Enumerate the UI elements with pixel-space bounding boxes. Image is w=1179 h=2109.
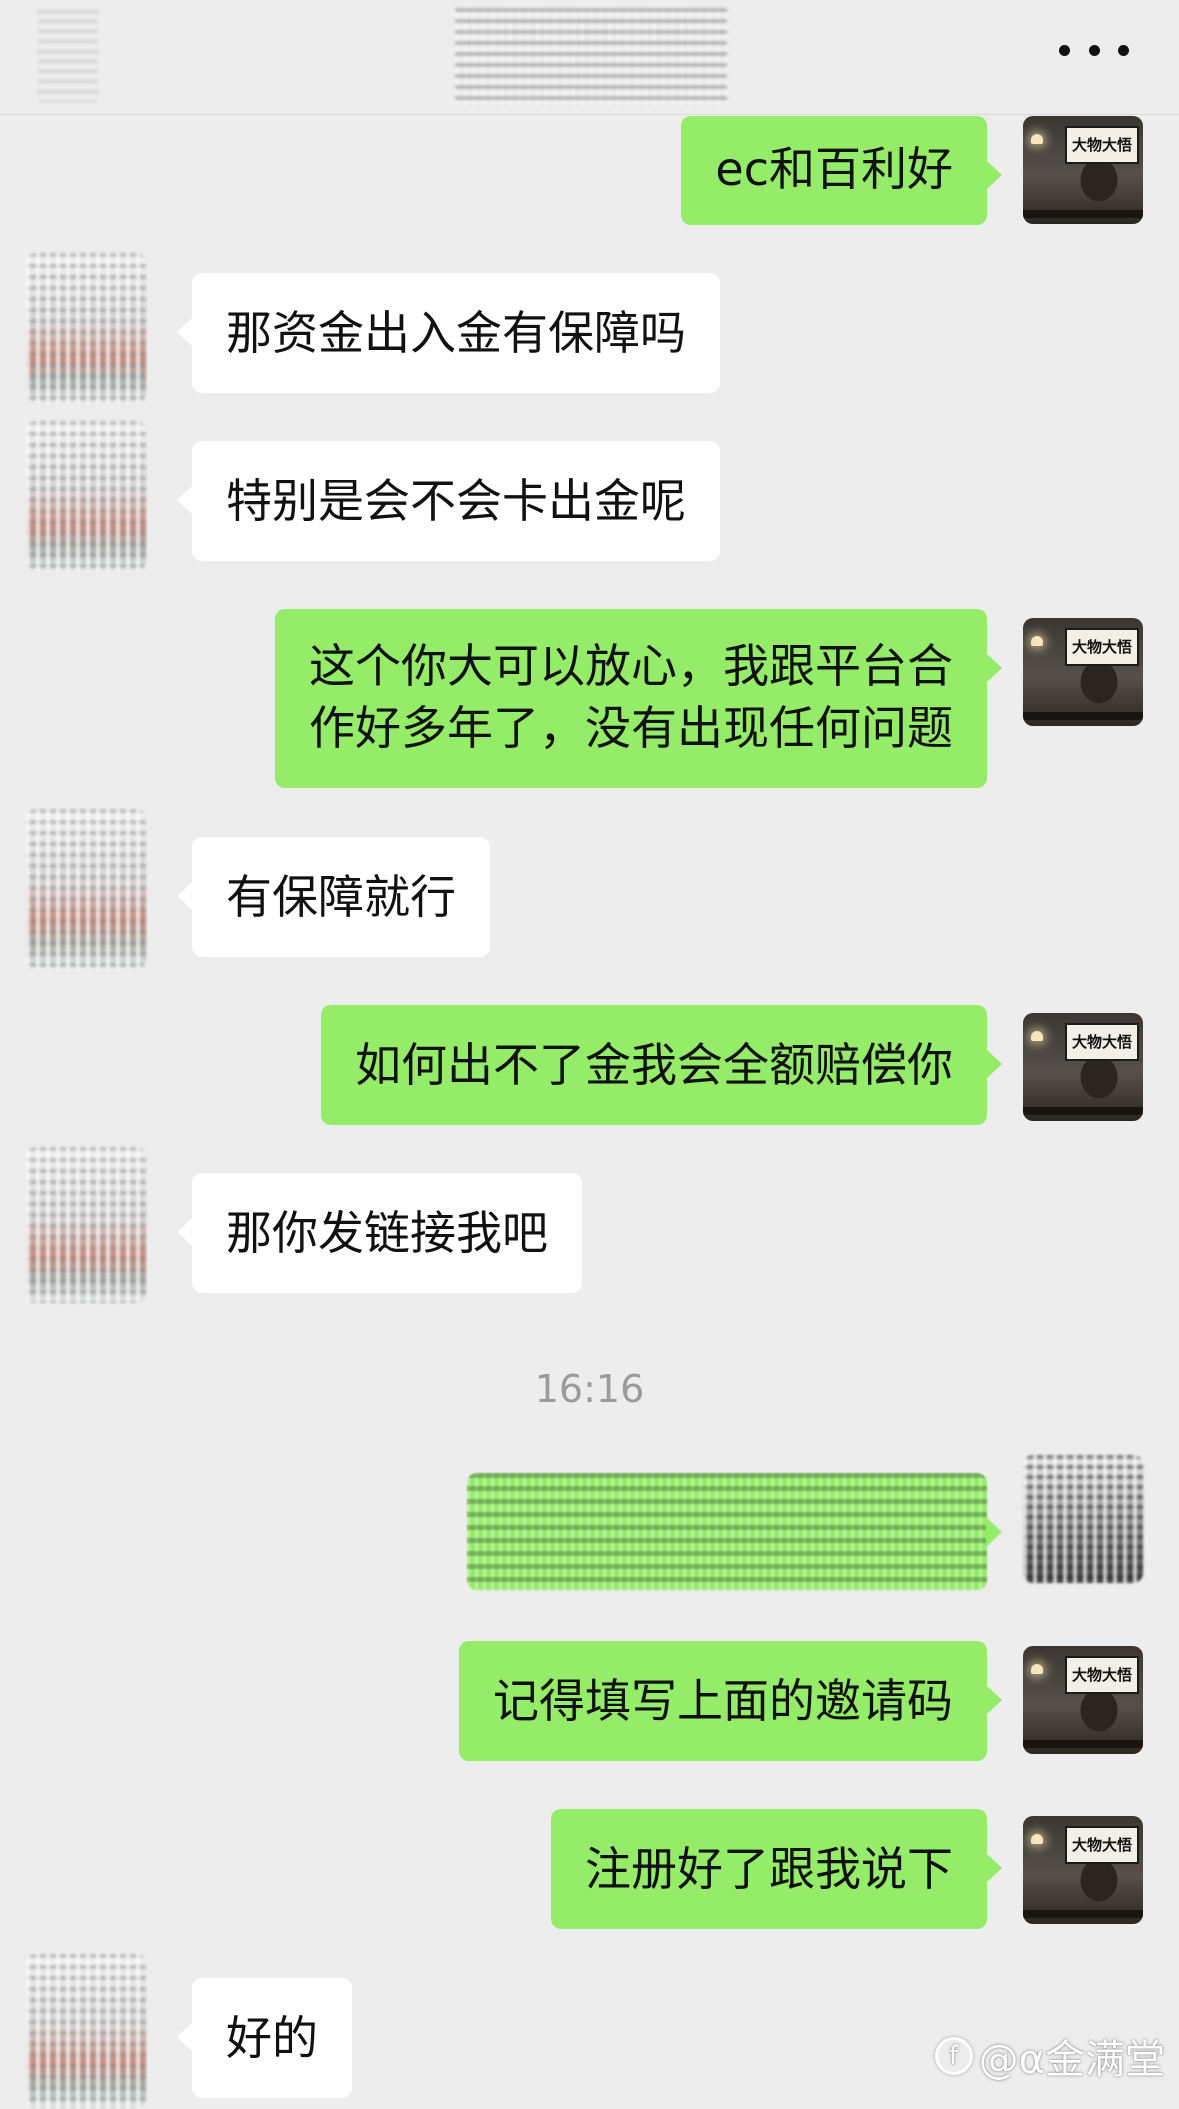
message-bubble[interactable]: ec和百利好 [681, 116, 1002, 225]
desk-shape [1023, 1910, 1143, 1918]
zhihu-icon: f [934, 2037, 973, 2075]
message-bubble[interactable]: 这个你大可以放心，我跟平台合 作好多年了，没有出现任何问题 [275, 609, 1002, 788]
message-bubble[interactable]: 记得填写上面的邀请码 [459, 1641, 1002, 1761]
message-bubble[interactable]: 特别是会不会卡出金呢 [177, 441, 720, 561]
self-avatar[interactable]: 大物大悟 [1023, 1013, 1143, 1121]
self-avatar[interactable]: 大物大悟 [1023, 116, 1143, 224]
source-watermark: f @α金满堂 [934, 2027, 1165, 2085]
lamp-icon [1031, 1664, 1043, 1674]
dot [1118, 44, 1129, 56]
message-bubble[interactable]: 那你发链接我吧 [177, 1173, 582, 1293]
desk-shape [1023, 1740, 1143, 1748]
message-timestamp: 16:16 [534, 1367, 645, 1411]
message-bubble[interactable]: 有保障就行 [177, 837, 490, 957]
contact-avatar-blurred[interactable] [26, 421, 146, 571]
chat-title-blurred [455, 8, 727, 106]
contact-avatar-blurred[interactable] [26, 1954, 146, 2109]
avatar-sign: 大物大悟 [1065, 1656, 1139, 1694]
avatar-sign: 大物大悟 [1065, 628, 1139, 666]
message-bubble[interactable]: 好的 [177, 1978, 352, 2098]
message-bubble[interactable]: 那资金出入金有保障吗 [177, 273, 720, 393]
lamp-icon [1031, 1031, 1043, 1041]
avatar-sign: 大物大悟 [1065, 126, 1139, 164]
contact-avatar-blurred[interactable] [26, 1147, 146, 1303]
lamp-icon [1031, 636, 1043, 646]
lamp-icon [1031, 134, 1043, 144]
desk-shape [1023, 210, 1143, 218]
back-button-blurred[interactable] [38, 10, 98, 102]
self-avatar[interactable]: 大物大悟 [1023, 1816, 1143, 1924]
self-avatar[interactable]: 大物大悟 [1023, 1646, 1143, 1754]
message-bubble[interactable]: 注册好了跟我说下 [551, 1809, 1002, 1929]
contact-avatar-blurred[interactable] [26, 253, 146, 403]
desk-shape [1023, 712, 1143, 720]
dot [1059, 44, 1070, 56]
watermark-text: @α金满堂 [978, 2037, 1165, 2083]
self-avatar-blurred[interactable] [1023, 1455, 1143, 1583]
chat-header [0, 0, 1179, 115]
message-bubble[interactable]: 如何出不了金我会全额赔偿你 [321, 1005, 1002, 1125]
self-avatar[interactable]: 大物大悟 [1023, 618, 1143, 726]
avatar-sign: 大物大悟 [1065, 1826, 1139, 1864]
shared-link-bubble-blurred[interactable] [467, 1473, 1002, 1590]
more-dots-icon[interactable] [1059, 35, 1129, 65]
contact-avatar-blurred[interactable] [26, 809, 146, 969]
desk-shape [1023, 1107, 1143, 1115]
dot [1088, 44, 1100, 56]
lamp-icon [1031, 1834, 1043, 1844]
chat-screen: ec和百利好 大物大悟 那资金出入金有保障吗 特别是会不会卡出金呢 这个你大可以… [0, 0, 1179, 2109]
avatar-sign: 大物大悟 [1065, 1023, 1139, 1061]
